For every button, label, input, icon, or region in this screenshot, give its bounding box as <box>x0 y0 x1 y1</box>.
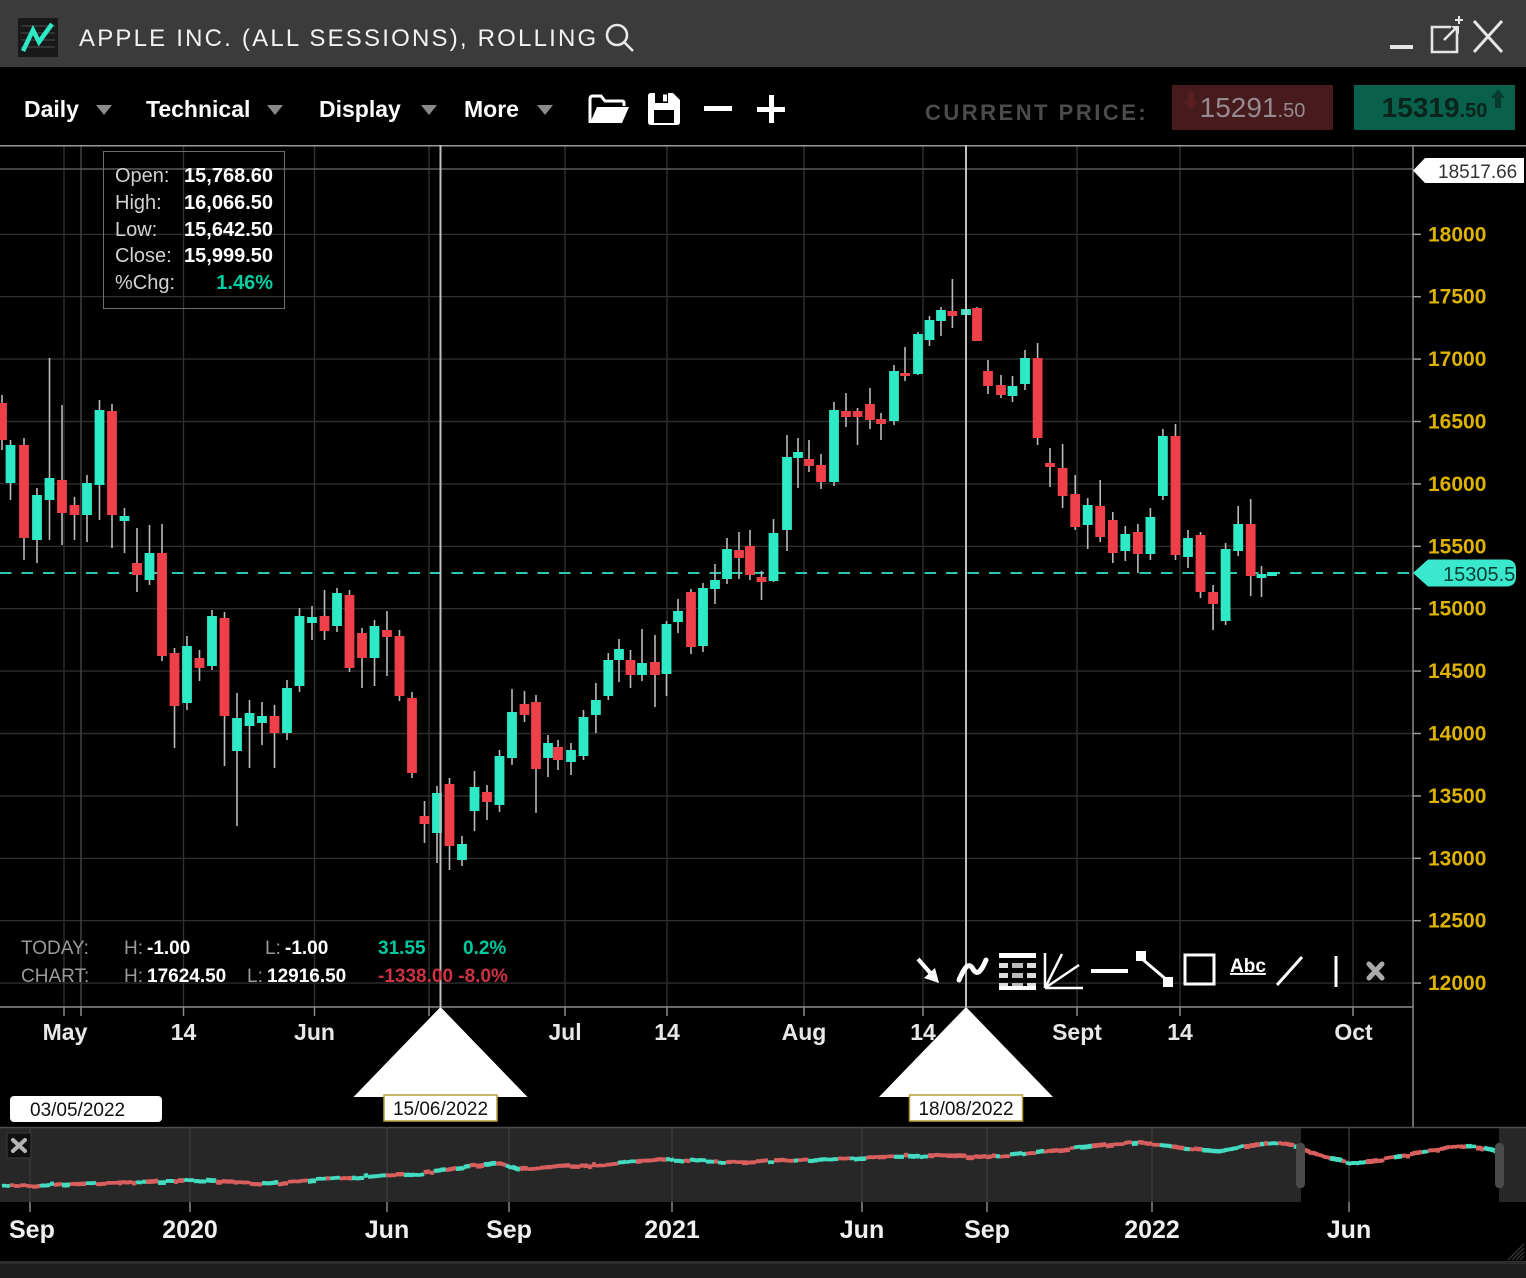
svg-text:13500: 13500 <box>1428 785 1486 808</box>
svg-text:14500: 14500 <box>1428 660 1486 683</box>
svg-text:16000: 16000 <box>1428 473 1486 496</box>
svg-text:Sep: Sep <box>9 1216 55 1244</box>
svg-text:18517.66: 18517.66 <box>1438 162 1517 183</box>
svg-text:17000: 17000 <box>1428 348 1486 371</box>
svg-text:Jul: Jul <box>548 1019 581 1045</box>
svg-text:Jun: Jun <box>1327 1216 1371 1244</box>
svg-text:14: 14 <box>910 1019 936 1045</box>
svg-text:16500: 16500 <box>1428 411 1486 434</box>
svg-text:Aug: Aug <box>782 1019 827 1045</box>
svg-text:18000: 18000 <box>1428 223 1486 246</box>
svg-text:14: 14 <box>171 1019 197 1045</box>
svg-text:13000: 13000 <box>1428 847 1486 870</box>
svg-text:14: 14 <box>1167 1019 1193 1045</box>
svg-text:Sept: Sept <box>1052 1019 1102 1045</box>
svg-text:15/06/2022: 15/06/2022 <box>393 1099 488 1120</box>
svg-text:Oct: Oct <box>1334 1019 1373 1045</box>
svg-text:17500: 17500 <box>1428 286 1486 309</box>
svg-text:Jun: Jun <box>840 1216 884 1244</box>
svg-text:14: 14 <box>654 1019 680 1045</box>
svg-text:15500: 15500 <box>1428 535 1486 558</box>
svg-text:15000: 15000 <box>1428 598 1486 621</box>
svg-text:03/05/2022: 03/05/2022 <box>30 1100 125 1121</box>
svg-text:2022: 2022 <box>1124 1216 1180 1244</box>
svg-text:2021: 2021 <box>644 1216 700 1244</box>
svg-text:12000: 12000 <box>1428 972 1486 995</box>
svg-text:Abc: Abc <box>1230 956 1266 977</box>
svg-text:15305.5: 15305.5 <box>1443 564 1515 586</box>
svg-text:14000: 14000 <box>1428 723 1486 746</box>
svg-text:18/08/2022: 18/08/2022 <box>918 1099 1013 1120</box>
svg-text:May: May <box>43 1019 88 1045</box>
svg-text:Sep: Sep <box>964 1216 1010 1244</box>
svg-text:Sep: Sep <box>486 1216 532 1244</box>
svg-text:Jun: Jun <box>365 1216 409 1244</box>
svg-text:2020: 2020 <box>162 1216 218 1244</box>
svg-text:Jun: Jun <box>294 1019 335 1045</box>
svg-text:12500: 12500 <box>1428 910 1486 933</box>
